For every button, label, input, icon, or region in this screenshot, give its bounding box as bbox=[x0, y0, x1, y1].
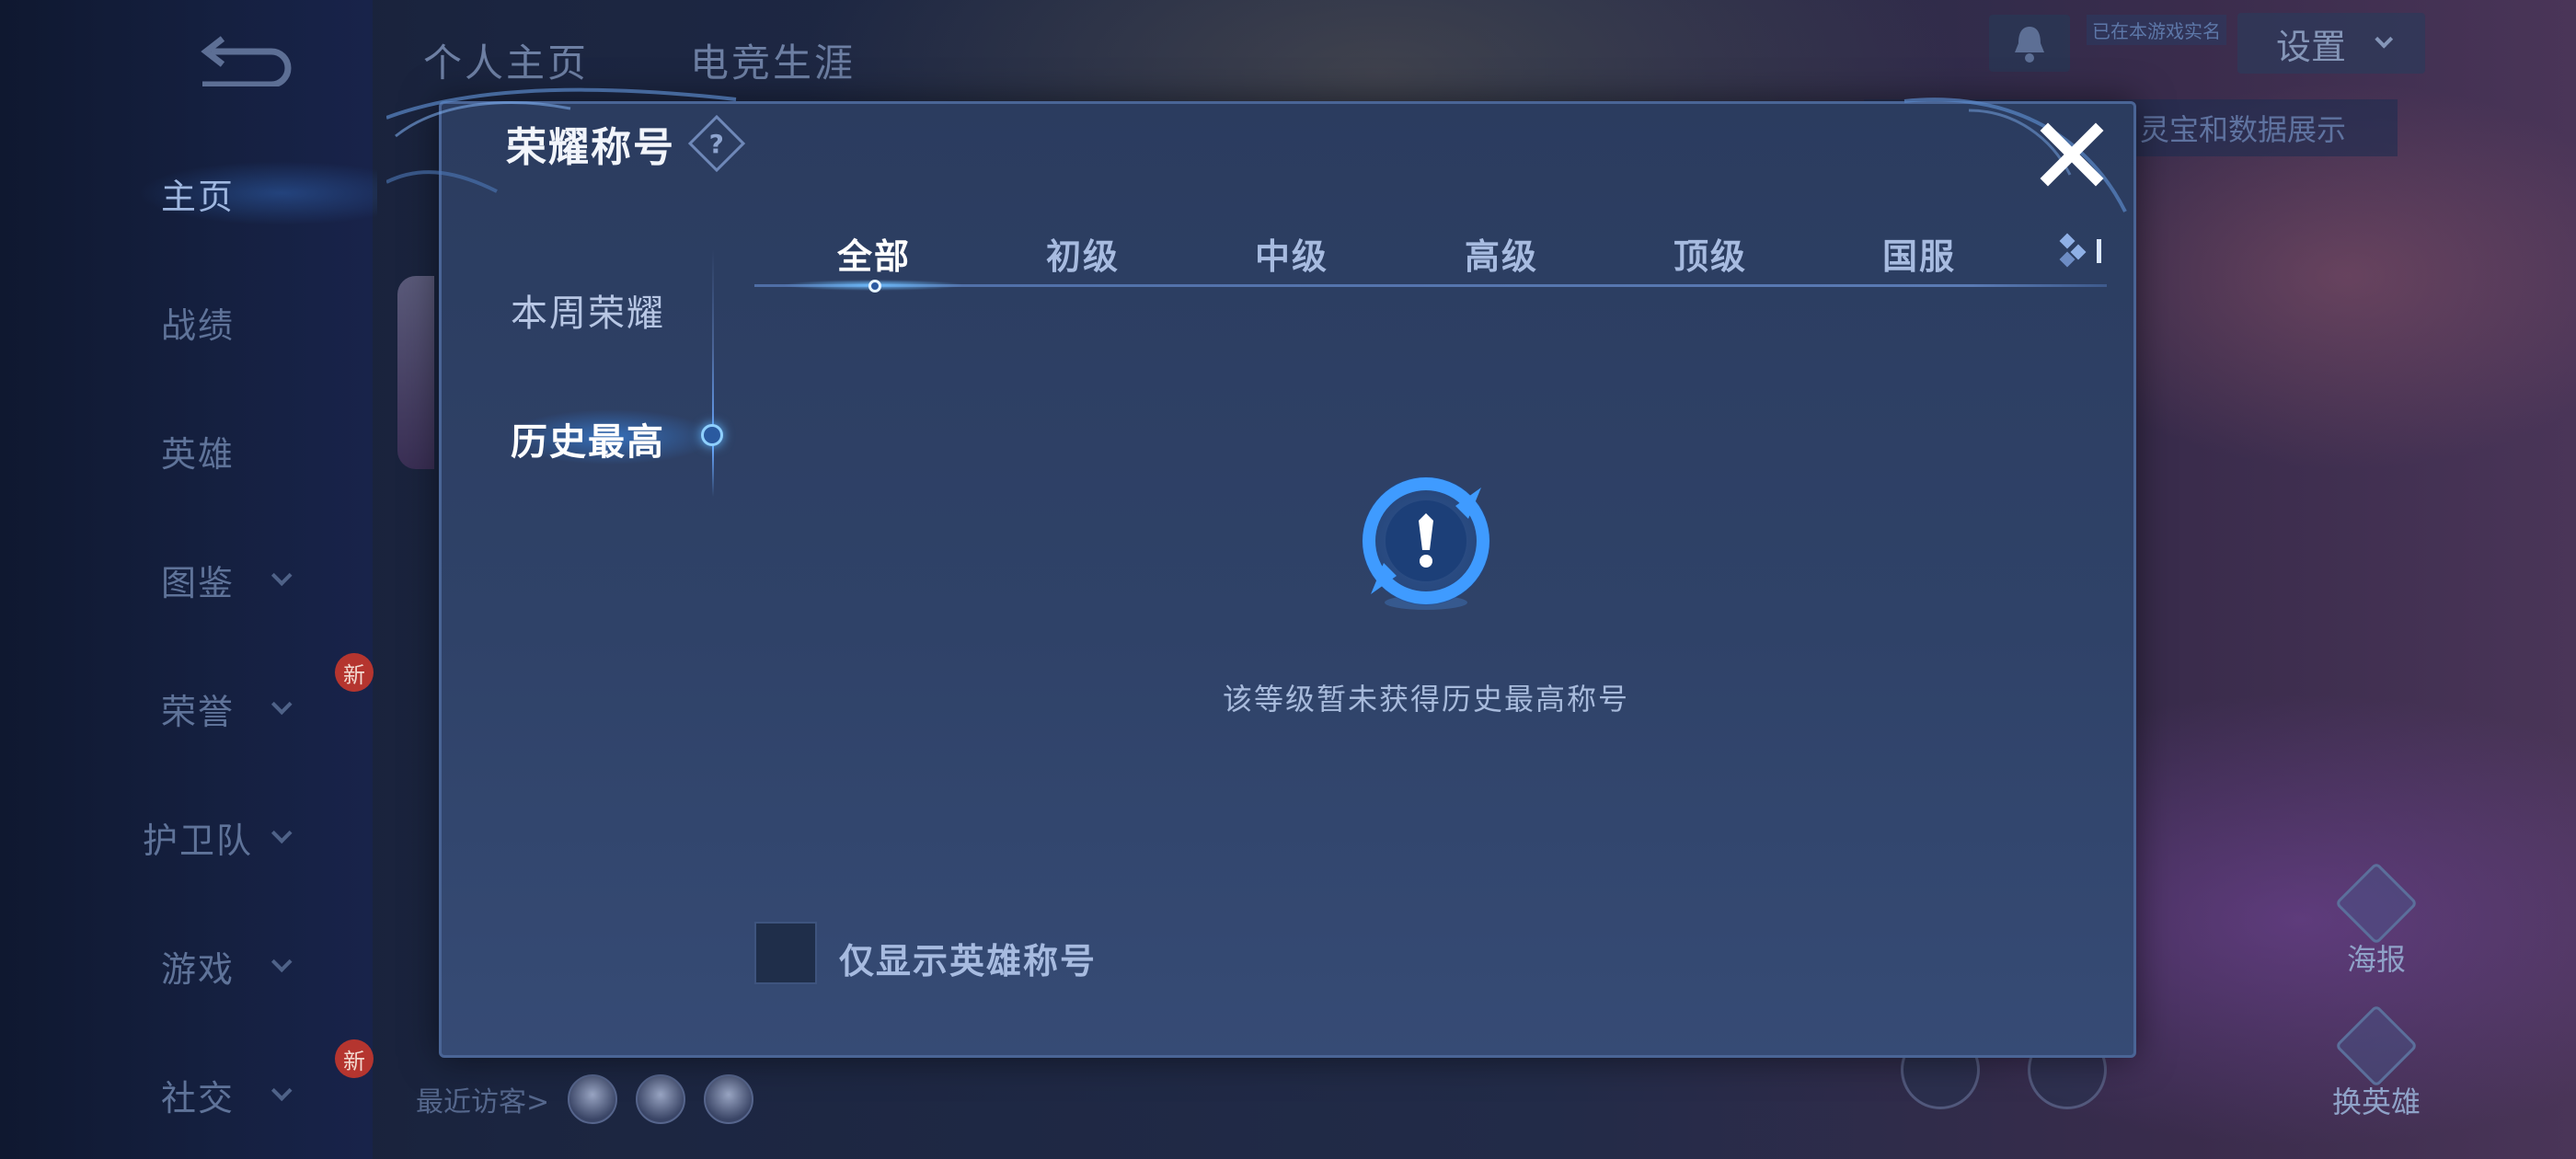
poster-icon bbox=[2334, 861, 2419, 946]
tier-tabs: 全部 初级 中级 高级 顶级 国服 bbox=[754, 219, 2107, 294]
recent-visitors[interactable]: 最近访客> bbox=[416, 1074, 754, 1124]
nav-item-record[interactable]: 战绩 bbox=[138, 294, 350, 350]
chevron-down-icon bbox=[270, 1080, 293, 1102]
new-badge: 新 bbox=[335, 1039, 374, 1078]
chevron-down-icon bbox=[270, 694, 293, 716]
back-arrow-icon[interactable] bbox=[193, 35, 294, 86]
nav-item-honor[interactable]: 荣誉 bbox=[138, 681, 350, 736]
realname-tag: 已在本游戏实名 bbox=[2087, 15, 2226, 45]
nav-item-label: 战绩 bbox=[160, 304, 235, 346]
checkbox-label[interactable]: 仅显示英雄称号 bbox=[839, 933, 1097, 983]
chevron-down-icon bbox=[2375, 29, 2394, 49]
tab-top[interactable]: 顶级 bbox=[1618, 228, 1802, 279]
tab-national[interactable]: 国服 bbox=[1827, 228, 2011, 279]
nav-item-label: 护卫队 bbox=[142, 820, 253, 861]
nav-item-home[interactable]: 主页 bbox=[138, 166, 350, 221]
settings-button[interactable]: 设置 bbox=[2237, 13, 2425, 74]
chevron-down-icon bbox=[270, 565, 293, 587]
side-divider bbox=[712, 248, 714, 497]
chevron-down-icon bbox=[270, 951, 293, 973]
side-tab-history-best[interactable]: 历史最高 bbox=[511, 412, 665, 465]
close-icon[interactable] bbox=[2039, 121, 2105, 188]
empty-state-message: 该等级暂未获得历史最高称号 bbox=[1222, 682, 1629, 717]
top-tab-profile[interactable]: 个人主页 bbox=[423, 32, 589, 88]
notification-button[interactable] bbox=[1989, 15, 2070, 72]
banner-text: 灵宝和数据展示 bbox=[2140, 112, 2347, 147]
side-tab-weekly[interactable]: 本周荣耀 bbox=[511, 283, 665, 337]
nav-item-heroes[interactable]: 英雄 bbox=[138, 423, 350, 478]
nav-item-gallery[interactable]: 图鉴 bbox=[138, 552, 350, 607]
top-tabs: 个人主页 电竞生涯 bbox=[423, 32, 856, 88]
nav-item-social[interactable]: 社交 bbox=[138, 1067, 350, 1122]
bell-icon bbox=[2015, 27, 2044, 63]
tab-active-indicator bbox=[868, 280, 881, 293]
nav-item-game[interactable]: 游戏 bbox=[138, 938, 350, 993]
settings-label: 设置 bbox=[2276, 26, 2347, 67]
nav-item-label: 荣誉 bbox=[160, 691, 235, 732]
corner-ornament bbox=[1903, 98, 2127, 212]
more-tabs-icon[interactable] bbox=[2054, 230, 2110, 270]
nav-item-label: 主页 bbox=[160, 176, 235, 217]
tab-advanced[interactable]: 高级 bbox=[1409, 228, 1593, 279]
dialog-title: 荣耀称号 bbox=[506, 124, 675, 171]
poster-button[interactable]: 海报 bbox=[2307, 861, 2445, 979]
nav-item-guard[interactable]: 护卫队 bbox=[138, 809, 350, 865]
warning-icon bbox=[1362, 476, 1490, 610]
visitors-label: 最近访客> bbox=[416, 1086, 550, 1119]
tab-beginner[interactable]: 初级 bbox=[991, 228, 1175, 279]
avatar[interactable] bbox=[568, 1074, 618, 1124]
avatar bbox=[397, 276, 434, 469]
nav-item-label: 社交 bbox=[160, 1077, 235, 1119]
change-hero-icon bbox=[2334, 1004, 2419, 1088]
chevron-down-icon bbox=[270, 822, 293, 844]
side-tab-indicator bbox=[701, 424, 723, 446]
nav-item-label: 游戏 bbox=[160, 948, 235, 990]
tab-intermediate[interactable]: 中级 bbox=[1200, 228, 1384, 279]
nav-item-label: 英雄 bbox=[160, 433, 235, 475]
help-glyph: ? bbox=[708, 128, 725, 159]
top-tab-esports[interactable]: 电竞生涯 bbox=[690, 32, 856, 88]
nav-item-label: 图鉴 bbox=[160, 562, 235, 603]
avatar[interactable] bbox=[636, 1074, 686, 1124]
hero-titles-only-checkbox[interactable] bbox=[754, 922, 817, 984]
avatar[interactable] bbox=[704, 1074, 754, 1124]
change-hero-button[interactable]: 换英雄 bbox=[2307, 1004, 2445, 1121]
new-badge: 新 bbox=[335, 653, 374, 692]
tab-all[interactable]: 全部 bbox=[782, 228, 966, 279]
